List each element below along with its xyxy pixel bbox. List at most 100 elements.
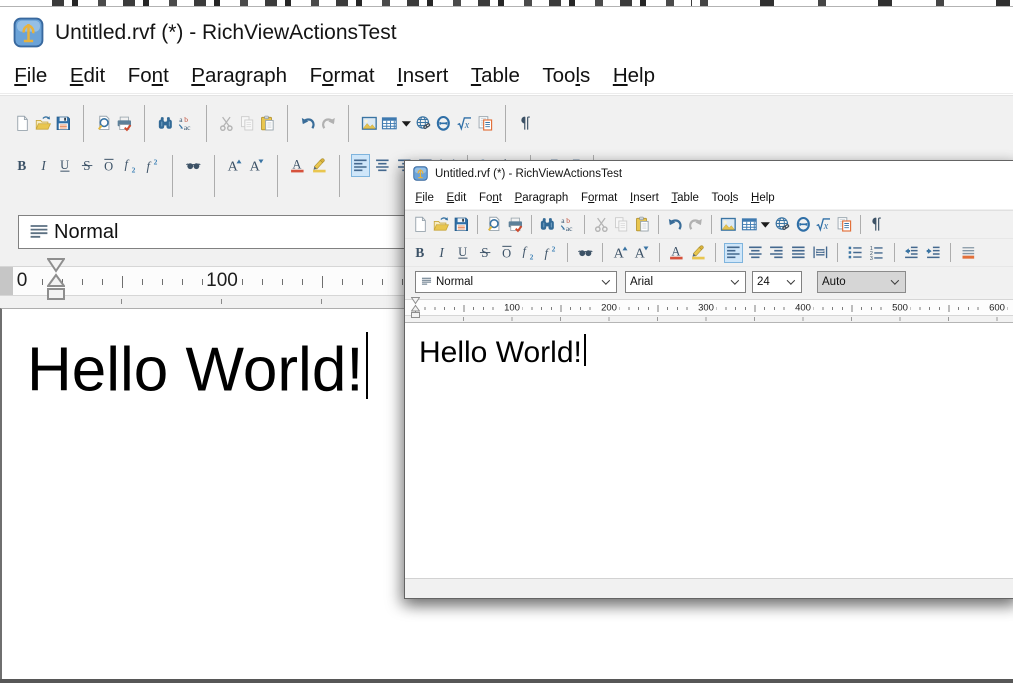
align-left-button[interactable] xyxy=(351,154,370,177)
menu-format[interactable]: Format xyxy=(298,64,385,88)
bold-button[interactable]: B xyxy=(13,154,32,177)
paragraph-shading-button[interactable] xyxy=(959,243,978,263)
find-button[interactable] xyxy=(538,215,557,235)
increase-indent-button[interactable] xyxy=(924,243,943,263)
undo-button[interactable] xyxy=(666,215,685,235)
print-button[interactable] xyxy=(506,215,525,235)
text-highlight-button[interactable] xyxy=(689,243,708,263)
superscript-button[interactable]: f2 xyxy=(541,243,560,263)
font-size-combo[interactable]: 24 xyxy=(752,271,802,293)
title-bar[interactable]: Untitled.rvf (*) - RichViewActionsTest xyxy=(405,161,1013,186)
menu-table[interactable]: Table xyxy=(665,192,705,204)
show-paragraph-marks-button[interactable] xyxy=(516,114,535,134)
menu-help[interactable]: Help xyxy=(745,192,781,204)
insert-horizontal-line-button[interactable] xyxy=(794,215,813,235)
strikethrough-button[interactable]: S xyxy=(78,154,97,177)
insert-document-button[interactable] xyxy=(476,114,495,134)
align-left-button[interactable] xyxy=(724,243,743,263)
numbered-list-button[interactable]: 123 xyxy=(867,243,886,263)
menu-help[interactable]: Help xyxy=(602,64,667,88)
align-center-button[interactable] xyxy=(746,243,765,263)
indent-marker[interactable] xyxy=(411,297,420,319)
align-center-button[interactable] xyxy=(373,154,392,177)
paste-button[interactable] xyxy=(633,215,652,235)
style-combo[interactable]: Normal xyxy=(415,271,617,293)
menu-font[interactable]: Font xyxy=(116,64,180,88)
distribute-button[interactable] xyxy=(811,243,830,263)
insert-picture-button[interactable] xyxy=(360,114,379,134)
color-combo[interactable]: Auto xyxy=(817,271,906,293)
new-document-button[interactable] xyxy=(411,215,430,235)
menu-insert[interactable]: Insert xyxy=(386,64,460,88)
open-file-button[interactable] xyxy=(34,114,53,134)
paste-button[interactable] xyxy=(258,114,277,134)
bullet-list-button[interactable] xyxy=(846,243,865,263)
menu-format[interactable]: Format xyxy=(575,192,624,204)
redo-button[interactable] xyxy=(319,114,338,134)
shrink-font-button[interactable]: A xyxy=(247,154,266,177)
underline-button[interactable]: U xyxy=(454,243,473,263)
insert-equation-button[interactable]: x xyxy=(455,114,474,134)
table-dropdown-button[interactable] xyxy=(760,215,771,235)
overline-button[interactable]: O xyxy=(498,243,517,263)
subscript-button[interactable]: f2 xyxy=(519,243,538,263)
justify-button[interactable] xyxy=(789,243,808,263)
menu-file[interactable]: File xyxy=(409,192,440,204)
app-logo-icon[interactable] xyxy=(13,17,44,48)
menu-edit[interactable]: Edit xyxy=(440,192,472,204)
decrease-indent-button[interactable] xyxy=(902,243,921,263)
table-dropdown-button[interactable] xyxy=(401,114,412,134)
save-file-button[interactable] xyxy=(54,114,73,134)
undo-button[interactable] xyxy=(299,114,318,134)
find-button[interactable] xyxy=(156,114,175,134)
copy-button[interactable] xyxy=(612,215,631,235)
style-combo[interactable]: Normal xyxy=(18,215,448,249)
title-bar[interactable]: Untitled.rvf (*) - RichViewActionsTest xyxy=(0,7,1013,58)
italic-button[interactable]: I xyxy=(433,243,452,263)
italic-button[interactable]: I xyxy=(35,154,54,177)
cut-button[interactable] xyxy=(592,215,611,235)
menu-edit[interactable]: Edit xyxy=(59,64,117,88)
insert-picture-button[interactable] xyxy=(719,215,738,235)
superscript-button[interactable]: f2 xyxy=(143,154,162,177)
underline-button[interactable]: U xyxy=(56,154,75,177)
hidden-text-button[interactable] xyxy=(184,154,203,177)
copy-button[interactable] xyxy=(238,114,257,134)
font-combo[interactable]: Arial xyxy=(625,271,746,293)
font-color-button[interactable]: A xyxy=(667,243,686,263)
insert-table-button[interactable] xyxy=(740,215,759,235)
insert-document-button[interactable] xyxy=(835,215,854,235)
font-color-button[interactable]: A xyxy=(288,154,307,177)
app-logo-icon[interactable] xyxy=(413,166,428,181)
new-document-button[interactable] xyxy=(13,114,32,134)
print-button[interactable] xyxy=(115,114,134,134)
grow-font-button[interactable]: A xyxy=(225,154,244,177)
document-edit-area[interactable]: Hello World! xyxy=(405,322,1013,578)
open-file-button[interactable] xyxy=(432,215,451,235)
menu-tools[interactable]: Tools xyxy=(705,192,744,204)
indent-marker[interactable] xyxy=(47,258,65,302)
hyperlink-button[interactable] xyxy=(414,114,433,134)
bold-button[interactable]: B xyxy=(411,243,430,263)
menu-tools[interactable]: Tools xyxy=(531,64,601,88)
insert-equation-button[interactable]: x xyxy=(814,215,833,235)
strikethrough-button[interactable]: S xyxy=(476,243,495,263)
print-preview-button[interactable] xyxy=(485,215,504,235)
print-preview-button[interactable] xyxy=(95,114,114,134)
align-right-button[interactable] xyxy=(767,243,786,263)
show-paragraph-marks-button[interactable] xyxy=(867,215,886,235)
hyperlink-button[interactable] xyxy=(773,215,792,235)
menu-paragraph[interactable]: Paragraph xyxy=(508,192,574,204)
cut-button[interactable] xyxy=(217,114,236,134)
menu-table[interactable]: Table xyxy=(460,64,532,88)
overline-button[interactable]: O xyxy=(100,154,119,177)
menu-insert[interactable]: Insert xyxy=(624,192,665,204)
redo-button[interactable] xyxy=(686,215,705,235)
menu-font[interactable]: Font xyxy=(473,192,509,204)
menu-file[interactable]: File xyxy=(3,64,59,88)
hidden-text-button[interactable] xyxy=(576,243,595,263)
replace-button[interactable]: abac xyxy=(559,215,578,235)
menu-paragraph[interactable]: Paragraph xyxy=(180,64,298,88)
text-highlight-button[interactable] xyxy=(310,154,329,177)
grow-font-button[interactable]: A xyxy=(611,243,630,263)
